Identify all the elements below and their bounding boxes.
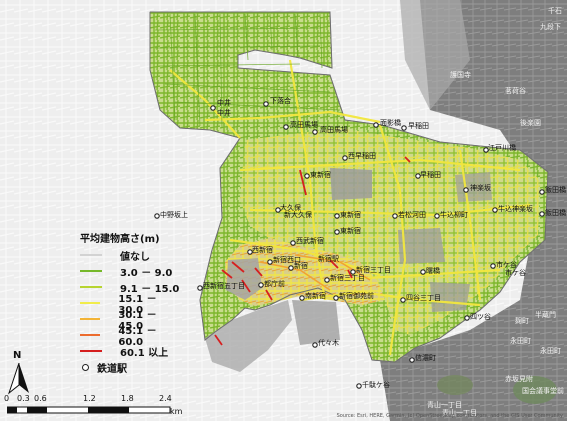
- scale-tick: 0.6: [34, 394, 47, 403]
- legend-label: 値なし: [120, 251, 150, 263]
- station-marker-icon: [82, 363, 89, 371]
- scale-tick: 2.4: [159, 394, 172, 403]
- map-legend: 平均建物高さ(m) 値なし 3.0 － 9.0 9.1 － 15.0 15.1 …: [80, 230, 180, 375]
- scale-bar-graphic: [7, 406, 171, 414]
- legend-item: 3.0 － 9.0: [80, 263, 180, 279]
- attribution: Source: Esri, HERE, Garmin, (c) OpenStre…: [336, 413, 563, 419]
- legend-label: 鉄道駅: [97, 363, 127, 375]
- scale-tick: 1.2: [83, 394, 96, 403]
- legend-swatch: [80, 334, 101, 336]
- legend-swatch: [80, 318, 101, 320]
- legend-swatch: [80, 350, 102, 352]
- north-label: N: [13, 350, 22, 361]
- legend-title: 平均建物高さ(m): [80, 234, 160, 245]
- scale-tick: 0.3: [17, 394, 30, 403]
- legend-swatch: [80, 302, 101, 304]
- legend-swatch: [80, 254, 102, 256]
- legend-item: 45.1 － 60.0: [80, 326, 180, 348]
- legend-label: 60.1 以上: [120, 347, 169, 359]
- scale-tick: 1.8: [121, 394, 134, 403]
- legend-label: 3.0 － 9.0: [120, 267, 173, 279]
- scale-tick: 0: [4, 394, 10, 403]
- legend-item: 値なし: [80, 247, 180, 263]
- legend-item-station: 鉄道駅: [80, 359, 180, 375]
- map-canvas[interactable]: 中井 中井 下落合 高田馬場 高田馬場 面影橋 早稲田 西早稲田 早稲田 江戸川…: [0, 0, 567, 421]
- legend-swatch: [80, 270, 102, 272]
- legend-item: 60.1 以上: [80, 343, 180, 359]
- legend-swatch: [80, 286, 102, 288]
